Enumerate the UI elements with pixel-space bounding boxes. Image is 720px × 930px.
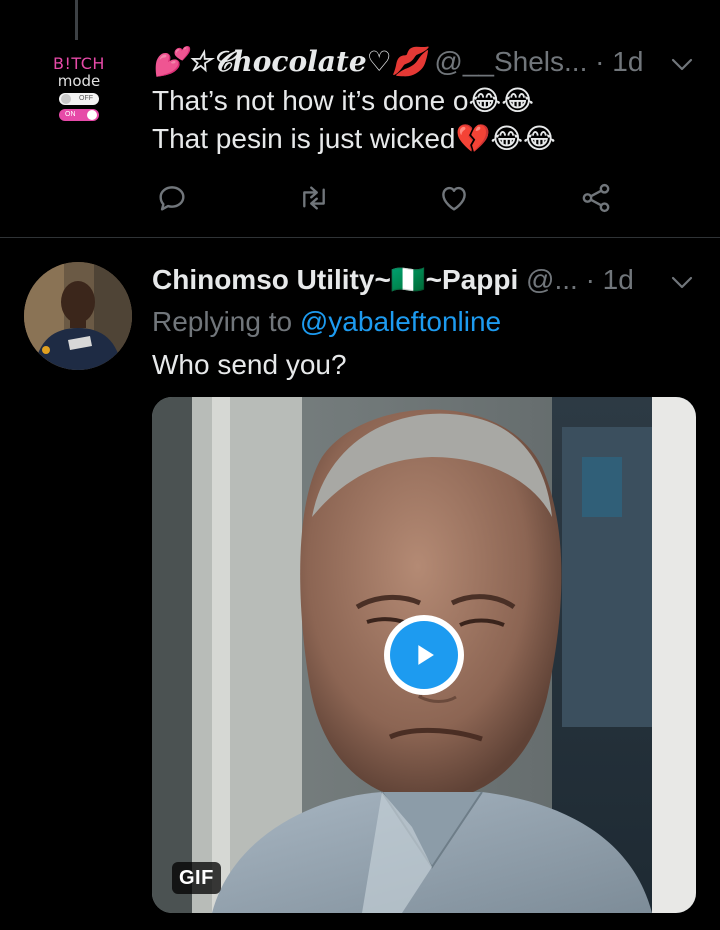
display-name[interactable]: Chinomso Utility~🇳🇬~Pappi: [152, 264, 518, 295]
mention-link[interactable]: @yabaleftonline: [300, 306, 501, 337]
user-handle[interactable]: @...: [526, 264, 578, 295]
play-button[interactable]: [384, 615, 464, 695]
avatar[interactable]: [24, 262, 132, 370]
gif-media[interactable]: GIF: [152, 397, 696, 913]
tweet-text: Who send you?: [152, 349, 347, 380]
play-icon[interactable]: [390, 621, 458, 689]
replying-to: Replying to @yabaleftonline: [152, 304, 501, 340]
timestamp[interactable]: · 1d: [586, 264, 634, 295]
replying-to-label: Replying to: [152, 306, 293, 337]
tweet-header: Chinomso Utility~🇳🇬~Pappi @... · 1d: [152, 262, 696, 298]
tweet[interactable]: Chinomso Utility~🇳🇬~Pappi @... · 1d Repl…: [0, 0, 720, 913]
chevron-down-icon[interactable]: [670, 270, 694, 294]
gif-badge: GIF: [172, 862, 221, 894]
